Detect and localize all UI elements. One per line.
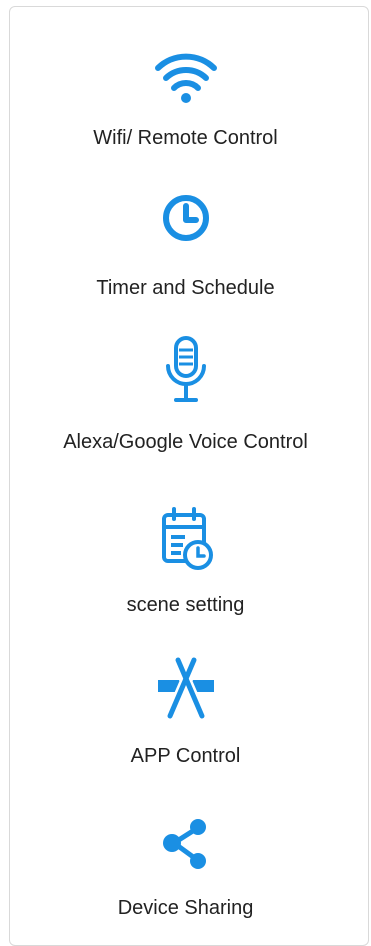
wifi-icon xyxy=(150,38,222,110)
clock-icon xyxy=(150,182,222,254)
app-store-icon xyxy=(150,652,222,724)
calendar-clock-icon xyxy=(150,505,222,577)
feature-label-voice: Alexa/Google Voice Control xyxy=(63,431,308,453)
microphone-icon xyxy=(150,334,222,406)
share-icon xyxy=(150,807,222,879)
feature-label-timer: Timer and Schedule xyxy=(96,277,275,299)
feature-label-wifi: Wifi/ Remote Control xyxy=(93,127,278,149)
feature-label-app: APP Control xyxy=(130,745,241,767)
feature-label-scene: scene setting xyxy=(126,594,245,616)
feature-label-sharing: Device Sharing xyxy=(117,897,254,919)
